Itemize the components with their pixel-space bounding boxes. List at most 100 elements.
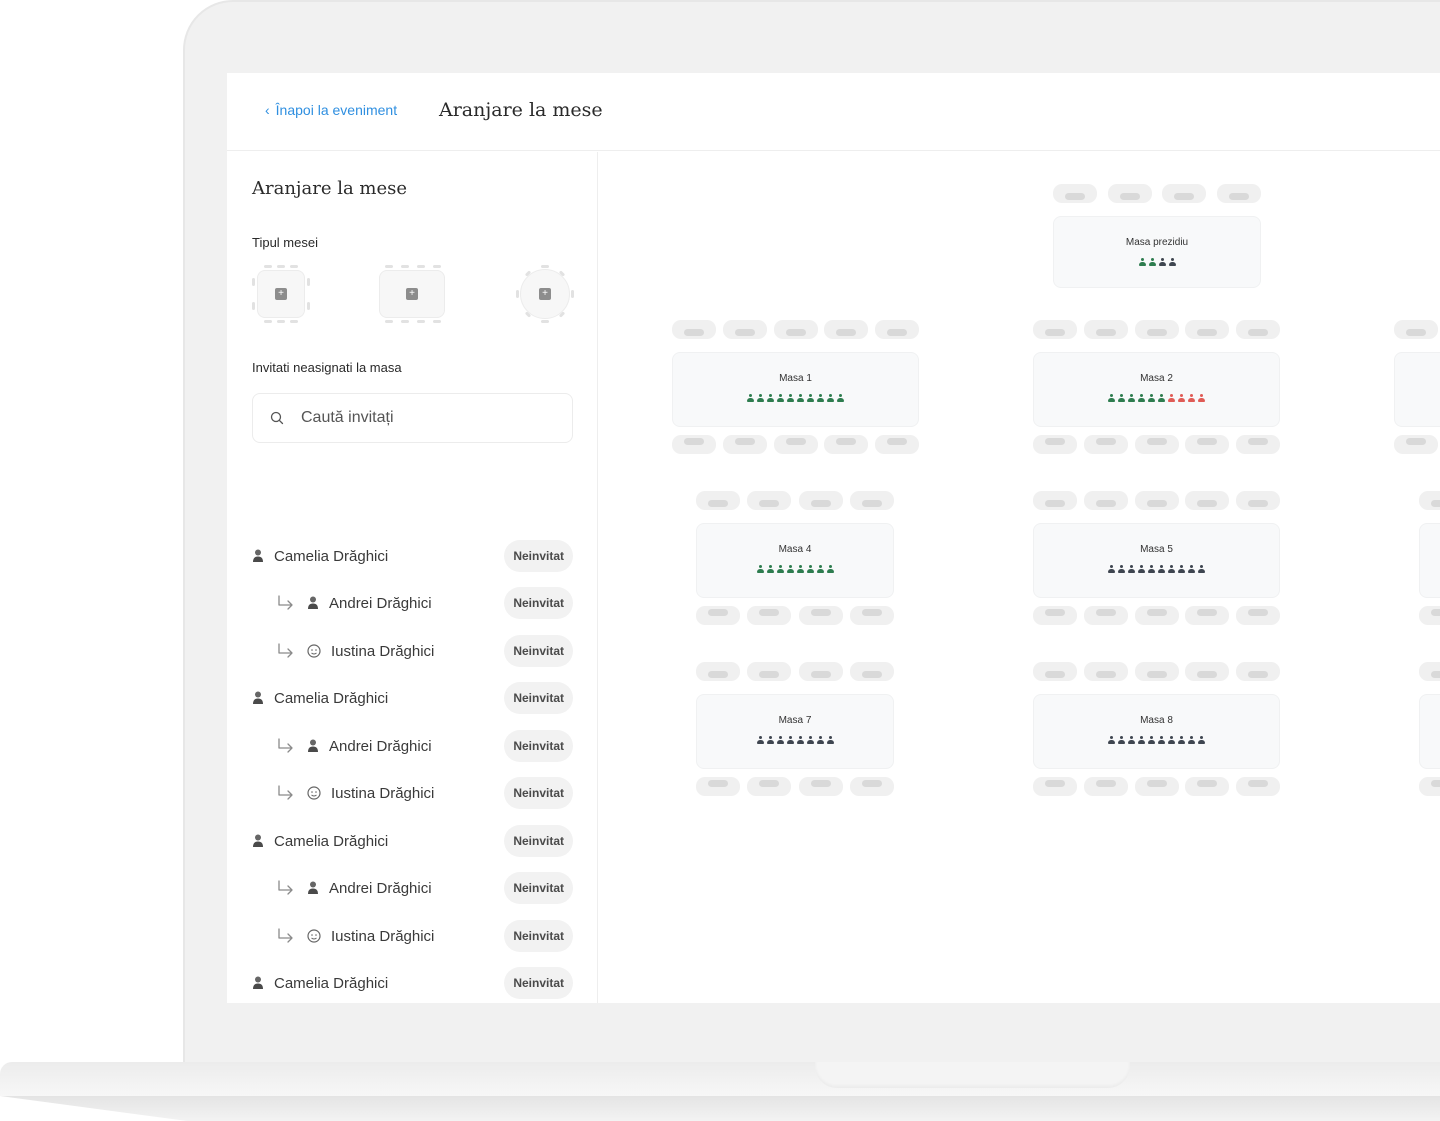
seat-mark	[401, 265, 409, 268]
chair	[1033, 491, 1077, 510]
search-box	[252, 393, 573, 443]
guest-row[interactable]: Iustina Drăghici Neinvitat	[227, 918, 597, 954]
status-badge[interactable]: Neinvitat	[504, 587, 573, 619]
guest-dot-unassigned	[1188, 565, 1195, 574]
seating-table[interactable]: Masa 7	[696, 662, 894, 802]
seating-table[interactable]: Masa 5	[1033, 491, 1280, 631]
chair	[1135, 662, 1179, 681]
seating-canvas[interactable]: Masa prezidiu Masa 1 Masa 2 Masa 4 Masa 5 Mas…	[599, 152, 1440, 1003]
guest-dot-unassigned	[1168, 258, 1176, 267]
guest-dot-unassigned	[1158, 258, 1166, 267]
guest-row[interactable]: Andrei Drăghici Neinvitat	[227, 870, 597, 906]
seating-table[interactable]: Masa 4	[696, 491, 894, 631]
seat-assignments	[1034, 565, 1279, 574]
companion-arrow-icon	[278, 880, 293, 895]
seating-table-offscreen[interactable]	[1419, 491, 1440, 631]
guest-row[interactable]: Camelia Drăghici Neinvitat	[227, 823, 597, 859]
seat-mark	[417, 265, 425, 268]
guest-dot-unassigned	[1158, 565, 1165, 574]
chair	[1236, 320, 1280, 339]
seat-assignments	[1034, 736, 1279, 745]
chair	[1033, 662, 1077, 681]
status-badge[interactable]: Neinvitat	[504, 635, 573, 667]
chair	[824, 320, 868, 339]
chair	[1084, 491, 1128, 510]
seating-table[interactable]: Masa 1	[672, 320, 919, 460]
guest-row[interactable]: Camelia Drăghici Neinvitat	[227, 538, 597, 574]
plus-icon: +	[539, 288, 551, 300]
search-icon	[270, 411, 284, 425]
guest-dot-unassigned	[1128, 565, 1135, 574]
guest-name: Andrei Drăghici	[329, 879, 432, 897]
chair	[1236, 491, 1280, 510]
chair	[1185, 435, 1229, 454]
back-link-label: Înapoi la eveniment	[275, 102, 398, 118]
laptop-base	[0, 1062, 1440, 1121]
seat-mark	[417, 320, 425, 323]
chair	[875, 435, 919, 454]
guest-dot-declined	[1168, 394, 1175, 403]
rectangle-table-option[interactable]: +	[377, 265, 447, 323]
chair	[850, 662, 894, 681]
guest-dot-confirmed	[786, 565, 794, 574]
guest-dot-confirmed	[1118, 394, 1125, 403]
seat-mark	[307, 302, 310, 310]
seating-table-offscreen[interactable]	[1419, 662, 1440, 802]
chair	[1419, 491, 1440, 510]
chair	[1162, 184, 1206, 203]
guest-dot-unassigned	[1138, 736, 1145, 745]
plus-icon: +	[275, 288, 287, 300]
round-table-option[interactable]: +	[516, 265, 574, 323]
guest-dot-unassigned	[1178, 565, 1185, 574]
chair	[1236, 435, 1280, 454]
guest-dot-confirmed	[827, 394, 834, 403]
seat-mark	[252, 302, 255, 310]
status-badge[interactable]: Neinvitat	[504, 730, 573, 762]
chair	[672, 320, 716, 339]
seating-table[interactable]: Masa prezidiu	[1053, 184, 1261, 288]
guest-dot-confirmed	[747, 394, 754, 403]
guest-row[interactable]: Camelia Drăghici Neinvitat	[227, 965, 597, 1001]
chair	[799, 662, 843, 681]
chair	[1217, 184, 1261, 203]
chair	[1053, 184, 1097, 203]
seat-assignments	[673, 394, 918, 403]
status-badge[interactable]: Neinvitat	[504, 825, 573, 857]
guest-row[interactable]: Andrei Drăghici Neinvitat	[227, 585, 597, 621]
laptop-base-edge	[0, 1096, 1440, 1121]
chair	[1185, 606, 1229, 625]
chair	[1084, 606, 1128, 625]
guest-row[interactable]: Camelia Drăghici Neinvitat	[227, 680, 597, 716]
chair	[1033, 320, 1077, 339]
seating-table[interactable]: Masa 2	[1033, 320, 1280, 460]
chair	[696, 606, 740, 625]
back-to-event-link[interactable]: ‹ Înapoi la eveniment	[265, 102, 397, 118]
seat-mark	[307, 278, 310, 286]
square-table-option[interactable]: +	[252, 265, 310, 323]
seat-mark	[277, 265, 285, 268]
guest-row[interactable]: Iustina Drăghici Neinvitat	[227, 633, 597, 669]
chair	[1135, 606, 1179, 625]
chair	[774, 435, 818, 454]
status-badge[interactable]: Neinvitat	[504, 872, 573, 904]
person-icon	[308, 881, 318, 894]
search-input[interactable]	[301, 409, 561, 427]
guest-row[interactable]: Andrei Drăghici Neinvitat	[227, 728, 597, 764]
guest-dot-confirmed	[806, 565, 814, 574]
seat-assignments	[1034, 394, 1279, 403]
seating-table[interactable]: Masa 8	[1033, 662, 1280, 802]
chevron-left-icon: ‹	[265, 102, 270, 118]
guest-dot-confirmed	[1138, 258, 1146, 267]
status-badge[interactable]: Neinvitat	[504, 777, 573, 809]
status-badge[interactable]: Neinvitat	[504, 682, 573, 714]
status-badge[interactable]: Neinvitat	[504, 967, 573, 999]
companion-arrow-icon	[278, 928, 293, 943]
status-badge[interactable]: Neinvitat	[504, 540, 573, 572]
seating-table-offscreen[interactable]	[1394, 320, 1440, 460]
guest-dot-confirmed	[837, 394, 844, 403]
child-icon	[307, 929, 321, 943]
app-screen: ‹ Înapoi la eveniment Aranjare la mese A…	[227, 73, 1440, 1003]
status-badge[interactable]: Neinvitat	[504, 920, 573, 952]
guest-dot-confirmed	[1158, 394, 1165, 403]
guest-row[interactable]: Iustina Drăghici Neinvitat	[227, 775, 597, 811]
